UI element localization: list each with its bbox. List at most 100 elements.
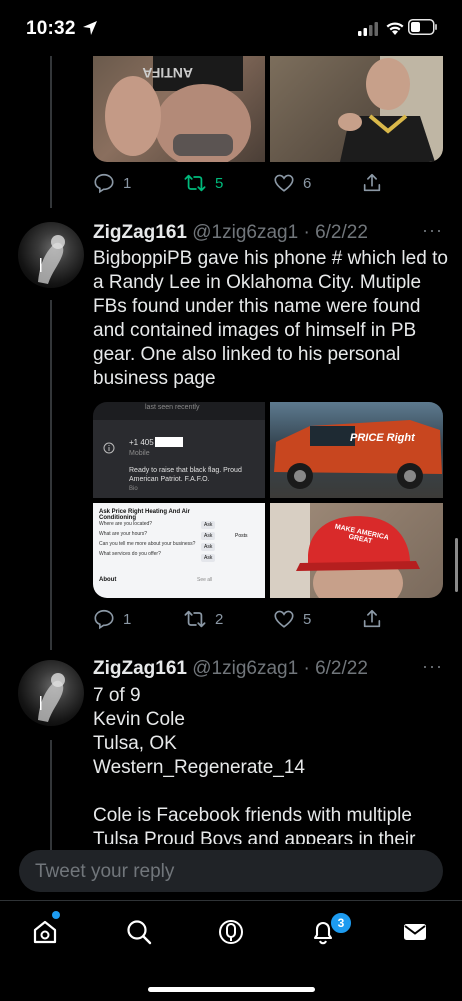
share-button[interactable] (361, 606, 383, 632)
tweet-line: Tulsa, OK (93, 733, 177, 754)
retweet-button[interactable]: 5 (183, 170, 223, 196)
battery-icon (408, 19, 437, 35)
truck-sign-text: PRICE Right (350, 432, 415, 444)
tab-messages[interactable] (400, 917, 430, 947)
heart-icon (274, 610, 294, 628)
tweet-line: Kevin Cole (93, 709, 185, 730)
tweet-line: Western_Regenerate_14 (93, 757, 305, 778)
more-options-icon[interactable]: ··· (422, 220, 443, 241)
media-photo-truck[interactable]: PRICE Right (270, 402, 443, 498)
tweet-media-grid[interactable]: last seen recently +1 405 Mobile Ready t… (93, 402, 443, 598)
profile-phone-type: Mobile (129, 450, 150, 457)
page-ask-button: Ask (201, 554, 216, 562)
messages-icon (404, 924, 426, 940)
home-unread-dot (52, 911, 60, 919)
photo-placeholder (270, 503, 420, 598)
media-screenshot-profile[interactable]: last seen recently +1 405 Mobile Ready t… (93, 402, 265, 498)
reply-placeholder: Tweet your reply (35, 861, 175, 882)
like-button[interactable]: 5 (273, 606, 311, 632)
page-ask-button: Ask (201, 543, 216, 551)
more-options-icon[interactable]: ··· (422, 656, 443, 677)
like-count: 6 (303, 174, 312, 192)
page-ask-button: Ask (201, 532, 216, 540)
media-photo-man-pointing[interactable] (270, 56, 443, 162)
tweet-line: Cole is Facebook friends with multiple (93, 805, 412, 826)
status-bar: 10:32 (0, 0, 462, 56)
bottom-tab-bar (0, 900, 462, 1001)
info-icon (103, 442, 115, 454)
profile-phone: +1 405 (129, 438, 154, 447)
share-icon (363, 173, 381, 192)
home-icon (33, 920, 57, 944)
page-ask-title: Ask Price Right Heating And Air Conditio… (99, 509, 190, 521)
tweet-actions: 1 2 5 (93, 606, 443, 632)
share-icon (363, 609, 381, 628)
retweet-count: 5 (215, 174, 224, 192)
tweet-media-grid[interactable]: ANTIFA (93, 56, 443, 162)
tab-spaces[interactable] (216, 917, 246, 947)
separator-dot: · (303, 658, 310, 679)
tweet-actions: 1 5 6 (93, 170, 443, 196)
page-posts-label: Posts (235, 533, 248, 539)
status-time: 10:32 (26, 18, 76, 39)
retweet-icon (184, 174, 206, 192)
tab-search[interactable] (124, 917, 154, 947)
tweet-line: 7 of 9 (93, 685, 141, 706)
media-screenshot-business-page[interactable]: Ask Price Right Heating And Air Conditio… (93, 503, 265, 598)
spaces-icon (219, 920, 243, 944)
home-indicator (148, 987, 315, 992)
location-arrow-icon (83, 21, 97, 35)
reply-icon (94, 609, 114, 630)
svg-text:ANTIFA: ANTIFA (142, 65, 193, 81)
reply-icon (94, 173, 114, 194)
profile-last-seen: last seen recently (145, 404, 200, 411)
tweet-date[interactable]: 6/2/22 (315, 222, 368, 243)
tweet-line-blank (93, 780, 448, 804)
tweet-text: BigboppiPB gave his phone # which led to… (93, 247, 448, 391)
like-button[interactable]: 6 (273, 170, 311, 196)
media-photo-man-beanie[interactable]: ANTIFA (93, 56, 265, 162)
profile-bio-label: Bio (129, 486, 138, 492)
scrollbar[interactable] (455, 538, 458, 592)
cellular-signal-icon (358, 22, 378, 36)
page-ask-button: Ask (201, 521, 216, 529)
tweet-header: ZigZag161 @1zig6zag1 · 6/2/22 (93, 658, 368, 680)
display-name[interactable]: ZigZag161 (93, 658, 187, 679)
photo-placeholder: ANTIFA (105, 56, 251, 162)
share-button[interactable] (361, 170, 383, 196)
wifi-icon (386, 22, 404, 35)
reply-button[interactable]: 1 (93, 170, 131, 196)
page-see-all: See all (197, 577, 213, 583)
tweet-line: Tulsa Proud Boys and appears in their (93, 829, 416, 844)
reply-button[interactable]: 1 (93, 606, 131, 632)
tweet-header: ZigZag161 @1zig6zag1 · 6/2/22 (93, 222, 368, 244)
redaction-box (155, 437, 183, 447)
search-icon (127, 920, 152, 945)
avatar-image (38, 235, 65, 284)
reply-count: 1 (123, 610, 132, 628)
heart-icon (274, 174, 294, 192)
thread-connector-line (50, 300, 52, 650)
thread-connector-line (50, 740, 52, 850)
tweet-text-content: BigboppiPB gave his phone # which led to… (93, 248, 448, 389)
user-handle[interactable]: @1zig6zag1 (192, 222, 298, 243)
profile-bio: Ready to raise that black flag. Proud Am… (129, 467, 242, 483)
avatar[interactable] (18, 222, 84, 288)
separator-dot: · (303, 222, 310, 243)
page-ask-buttons: Ask Ask Ask Ask (201, 521, 216, 562)
user-handle[interactable]: @1zig6zag1 (192, 658, 298, 679)
photo-placeholder (338, 56, 443, 162)
avatar[interactable] (18, 660, 84, 726)
tab-home[interactable] (30, 917, 60, 947)
notification-badge: 3 (329, 911, 353, 935)
media-photo-red-hat[interactable]: MAKE AMERICA GREAT (270, 503, 443, 598)
tweet-date[interactable]: 6/2/22 (315, 658, 368, 679)
display-name[interactable]: ZigZag161 (93, 222, 187, 243)
like-count: 5 (303, 610, 312, 628)
tweet-text: 7 of 9 Kevin Cole Tulsa, OK Western_Rege… (93, 684, 448, 844)
reply-count: 1 (123, 174, 132, 192)
retweet-icon (184, 610, 206, 628)
retweet-button[interactable]: 2 (183, 606, 223, 632)
thread-connector-line (50, 56, 52, 208)
reply-input[interactable]: Tweet your reply (19, 850, 443, 892)
